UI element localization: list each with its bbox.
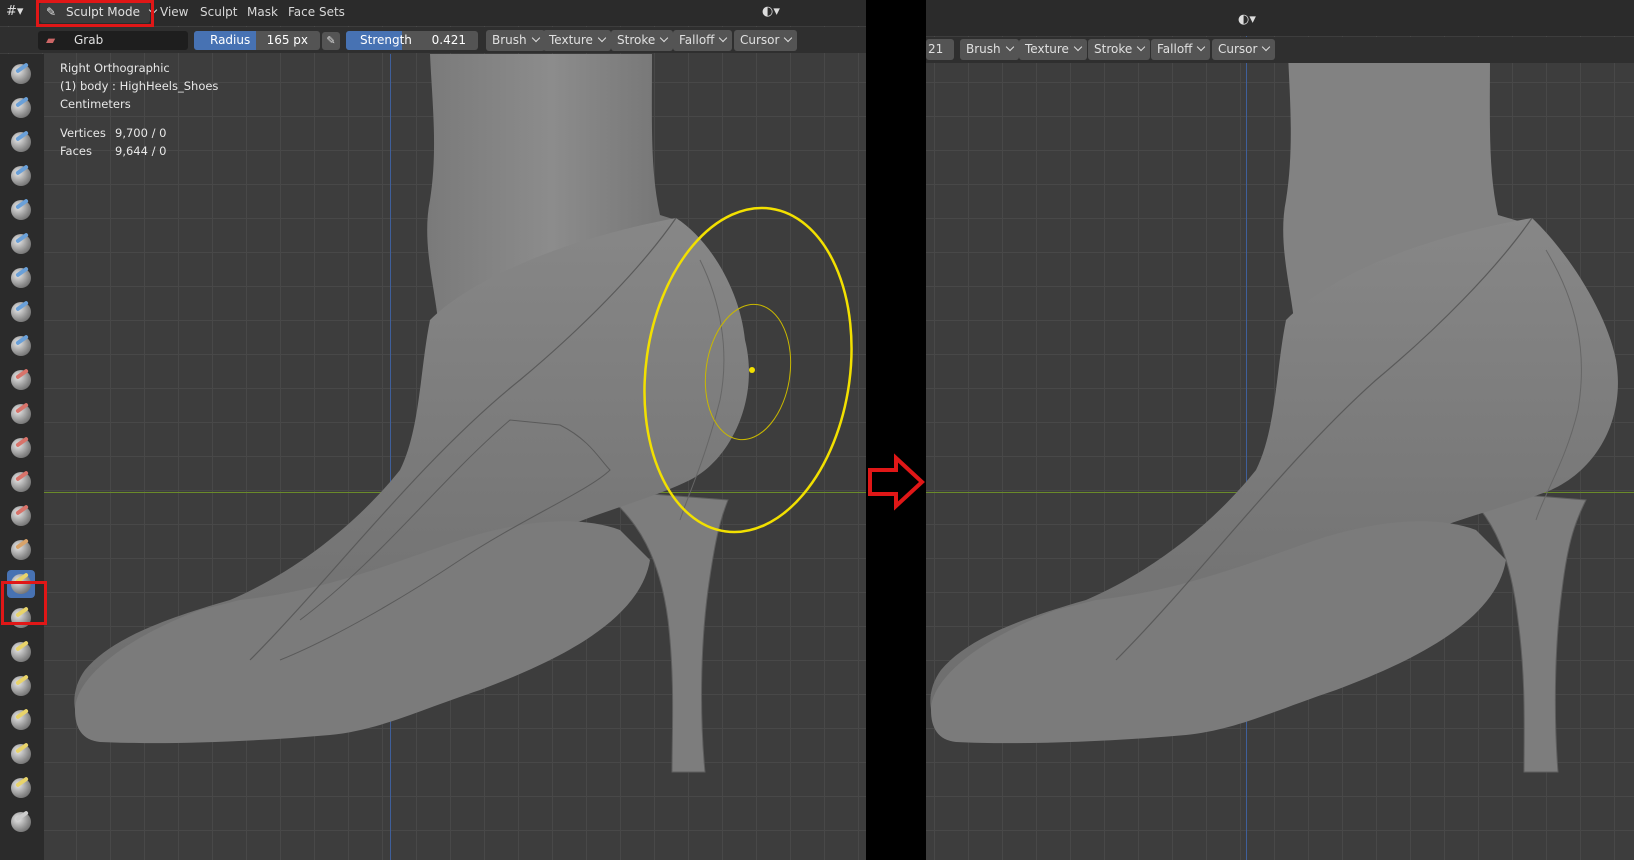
brush-preview-icon: ▰ bbox=[46, 33, 56, 47]
tool-slide-relax-brush[interactable] bbox=[7, 808, 35, 836]
brush-name-label: Grab bbox=[74, 33, 104, 47]
chevron-down-icon bbox=[1137, 42, 1146, 52]
cursor-dropdown[interactable]: Cursor bbox=[734, 30, 798, 51]
chevron-down-icon bbox=[660, 33, 669, 43]
tool-crease-brush[interactable] bbox=[7, 332, 35, 360]
unit-system: Centimeters bbox=[60, 97, 131, 111]
tool-snake-hook-brush[interactable] bbox=[7, 638, 35, 666]
strength-slider[interactable]: Strength 0.421 bbox=[346, 31, 478, 50]
tool-thumb-brush[interactable] bbox=[7, 672, 35, 700]
tool-flatten-brush[interactable] bbox=[7, 400, 35, 428]
viewport-before: #▾ ✎ Sculpt Mode View Sculpt Mask Face S… bbox=[0, 0, 866, 860]
chevron-down-icon bbox=[1197, 42, 1206, 52]
mode-highlight-box bbox=[36, 0, 154, 27]
tool-nudge-brush[interactable] bbox=[7, 740, 35, 768]
menu-sculpt[interactable]: Sculpt bbox=[200, 5, 237, 19]
header-bar: ◐▾ bbox=[926, 0, 1634, 36]
tool-draw-brush[interactable] bbox=[7, 60, 35, 88]
active-tool-highlight-box bbox=[1, 581, 47, 625]
brush-name-field[interactable]: ▰ Grab bbox=[38, 31, 188, 50]
strength-label: Strength bbox=[360, 33, 412, 47]
menu-face-sets[interactable]: Face Sets bbox=[288, 5, 345, 19]
vertices-value: 9,700 / 0 bbox=[115, 126, 167, 140]
tool-draw-sharp-brush[interactable] bbox=[7, 94, 35, 122]
comparison-divider bbox=[866, 0, 926, 860]
object-name: (1) body : HighHeels_Shoes bbox=[60, 79, 219, 93]
chevron-down-icon bbox=[597, 33, 607, 43]
brush-dropdown[interactable]: Brush bbox=[486, 30, 545, 51]
tool-pinch-brush[interactable] bbox=[7, 536, 35, 564]
arrow-right-icon bbox=[868, 453, 925, 511]
chevron-down-icon bbox=[1005, 42, 1014, 52]
strength-value: 0.421 bbox=[431, 33, 466, 47]
falloff-dropdown[interactable]: Falloff bbox=[673, 30, 733, 51]
tool-blob-brush[interactable] bbox=[7, 298, 35, 326]
chevron-down-icon bbox=[719, 33, 728, 43]
shading-icon[interactable]: ◐▾ bbox=[1238, 12, 1256, 27]
chevron-down-icon bbox=[1262, 42, 1271, 52]
cursor-dropdown[interactable]: Cursor bbox=[1212, 39, 1276, 60]
faces-label: Faces bbox=[60, 144, 92, 158]
shading-icon[interactable]: ◐▾ bbox=[762, 4, 780, 19]
brush-dropdown[interactable]: Brush bbox=[960, 39, 1019, 60]
shoe-model-result bbox=[930, 54, 1618, 773]
editor-type-icon[interactable]: #▾ bbox=[6, 4, 32, 22]
chevron-down-icon bbox=[784, 33, 793, 43]
tool-clay-brush[interactable] bbox=[7, 128, 35, 156]
tool-clay-thumb-brush[interactable] bbox=[7, 196, 35, 224]
pen-pressure-icon[interactable]: ✎ bbox=[322, 32, 340, 50]
texture-dropdown[interactable]: Texture bbox=[543, 30, 611, 51]
tool-layer-brush[interactable] bbox=[7, 230, 35, 258]
faces-value: 9,644 / 0 bbox=[115, 144, 167, 158]
tool-fill-brush[interactable] bbox=[7, 434, 35, 462]
viewport-after: ◐▾ 21 Brush Texture Stroke Falloff Curso… bbox=[926, 0, 1634, 860]
menu-mask[interactable]: Mask bbox=[247, 5, 278, 19]
tool-smooth-brush[interactable] bbox=[7, 366, 35, 394]
strength-slider-partial[interactable]: 21 bbox=[926, 39, 954, 60]
menu-view[interactable]: View bbox=[160, 5, 188, 19]
chevron-down-icon bbox=[1073, 42, 1083, 52]
texture-dropdown[interactable]: Texture bbox=[1019, 39, 1087, 60]
tool-clay-strips-brush[interactable] bbox=[7, 162, 35, 190]
vertices-label: Vertices bbox=[60, 126, 106, 140]
tool-rotate-brush[interactable] bbox=[7, 774, 35, 802]
tool-scrape-brush[interactable] bbox=[7, 468, 35, 496]
stroke-dropdown[interactable]: Stroke bbox=[611, 30, 674, 51]
radius-slider[interactable]: Radius 165 px bbox=[194, 31, 320, 50]
radius-value: 165 px bbox=[266, 33, 308, 47]
tool-pose-brush[interactable] bbox=[7, 706, 35, 734]
radius-label: Radius bbox=[210, 33, 251, 47]
tool-shelf bbox=[0, 54, 44, 860]
view-name: Right Orthographic bbox=[60, 61, 170, 75]
falloff-dropdown[interactable]: Falloff bbox=[1151, 39, 1211, 60]
tool-inflate-brush[interactable] bbox=[7, 264, 35, 292]
brush-center-dot bbox=[749, 367, 755, 373]
tool-multiplane-scrape-brush[interactable] bbox=[7, 502, 35, 530]
stroke-dropdown[interactable]: Stroke bbox=[1088, 39, 1151, 60]
chevron-down-icon bbox=[531, 33, 540, 43]
